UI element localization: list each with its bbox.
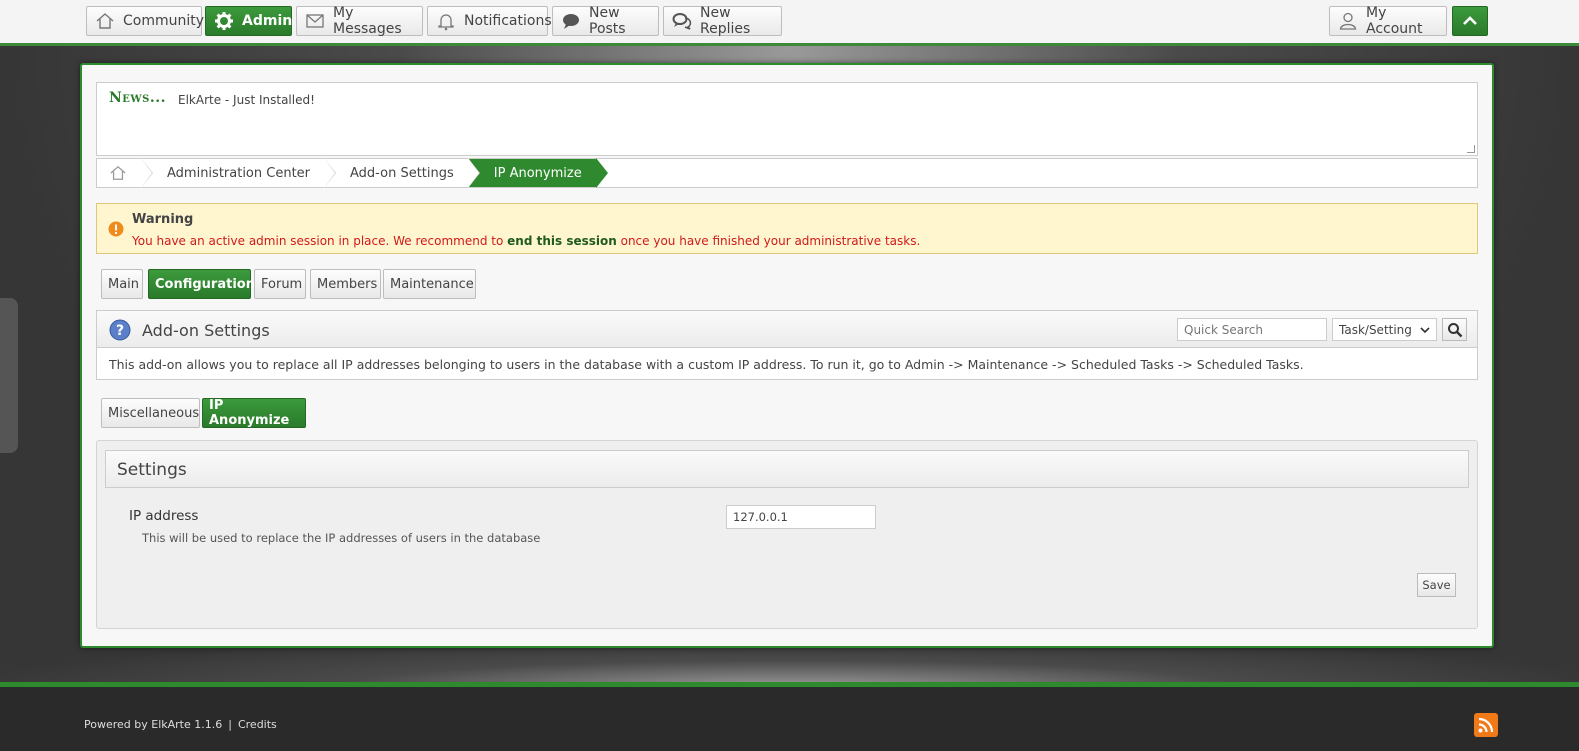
breadcrumb-admin-center[interactable]: Administration Center xyxy=(141,158,337,188)
warning-text: You have an active admin session in plac… xyxy=(132,234,920,248)
envelope-icon xyxy=(306,14,324,28)
bell-icon xyxy=(438,14,454,31)
warning-text-after: once you have finished your administrati… xyxy=(616,234,921,248)
search-button[interactable] xyxy=(1442,318,1467,341)
home-icon xyxy=(110,165,126,180)
tab-forum-label: Forum xyxy=(261,276,303,292)
tab-maintenance-label: Maintenance xyxy=(390,276,474,292)
footer-text: Powered by ElkArte 1.1.6 | Credits xyxy=(84,718,277,731)
addon-settings-title: Add-on Settings xyxy=(142,321,270,340)
news-text: ElkArte - Just Installed! xyxy=(178,93,315,107)
addon-description: This add-on allows you to replace all IP… xyxy=(96,347,1478,380)
search-type-select[interactable]: Task/Setting xyxy=(1332,318,1437,341)
side-tab[interactable] xyxy=(0,298,18,453)
help-icon[interactable]: ? xyxy=(109,319,131,341)
footer-separator: | xyxy=(228,718,232,731)
menu-my-account-label: My Account xyxy=(1366,5,1423,37)
tab-configuration-label: Configuration xyxy=(155,276,255,292)
addon-settings-header: ? Add-on Settings Task/Setting xyxy=(96,310,1478,348)
breadcrumb-addon-settings-label: Add-on Settings xyxy=(350,165,454,181)
tab-forum[interactable]: Forum xyxy=(254,269,306,299)
end-session-link[interactable]: end this session xyxy=(507,234,617,248)
breadcrumb-addon-settings[interactable]: Add-on Settings xyxy=(324,158,480,188)
warning-box: Warning You have an active admin session… xyxy=(96,203,1478,254)
home-icon xyxy=(96,13,114,29)
menu-my-account[interactable]: My Account xyxy=(1329,5,1447,37)
ip-address-description: This will be used to replace the IP addr… xyxy=(142,531,541,545)
tab-main[interactable]: Main xyxy=(101,269,143,299)
subtab-miscellaneous-label: Miscellaneous xyxy=(108,405,200,421)
subtab-ip-anonymize-label: IP Anonymize xyxy=(209,398,290,428)
menu-new-replies[interactable]: New Replies xyxy=(663,5,782,37)
ip-address-label: IP address xyxy=(129,508,199,524)
tab-members-label: Members xyxy=(317,276,378,292)
breadcrumb: Administration Center Add-on Settings IP… xyxy=(96,158,1478,188)
breadcrumb-ip-anonymize-label: IP Anonymize xyxy=(493,165,582,181)
breadcrumb-admin-center-label: Administration Center xyxy=(167,165,311,181)
menu-admin-label: Admin xyxy=(242,13,293,29)
menu-new-posts[interactable]: New Posts xyxy=(552,5,659,37)
menu-admin[interactable]: Admin xyxy=(205,6,292,36)
rss-button[interactable] xyxy=(1474,713,1498,737)
footer: Powered by ElkArte 1.1.6 | Credits xyxy=(0,682,1579,751)
menu-community-label: Community xyxy=(123,13,205,29)
tab-main-label: Main xyxy=(108,276,140,292)
powered-by-link[interactable]: Powered by ElkArte 1.1.6 xyxy=(84,718,222,731)
warning-icon xyxy=(108,221,124,237)
menu-community[interactable]: Community xyxy=(86,6,205,36)
main-content: News... ElkArte - Just Installed! Admini… xyxy=(80,63,1494,648)
news-box: News... ElkArte - Just Installed! xyxy=(96,82,1478,156)
tab-configuration[interactable]: Configuration xyxy=(148,269,255,299)
save-button[interactable]: Save xyxy=(1417,573,1456,597)
menu-my-messages[interactable]: My Messages xyxy=(296,5,423,37)
chat-bubbles-icon xyxy=(672,13,692,30)
tab-maintenance[interactable]: Maintenance xyxy=(383,269,476,299)
search-type-value: Task/Setting xyxy=(1339,322,1412,337)
quick-search-input[interactable] xyxy=(1177,318,1327,341)
settings-title: Settings xyxy=(105,450,1469,488)
svg-text:?: ? xyxy=(116,323,124,339)
menu-my-messages-label: My Messages xyxy=(333,5,402,37)
credits-link[interactable]: Credits xyxy=(238,718,277,731)
breadcrumb-ip-anonymize[interactable]: IP Anonymize xyxy=(467,158,608,188)
subtab-ip-anonymize[interactable]: IP Anonymize xyxy=(202,398,306,428)
warning-title: Warning xyxy=(132,212,194,227)
news-title: News... xyxy=(109,90,166,106)
menu-notifications[interactable]: Notifications xyxy=(427,6,552,36)
menu-new-replies-label: New Replies xyxy=(700,5,751,37)
chat-bubble-icon xyxy=(563,14,579,29)
subtab-miscellaneous[interactable]: Miscellaneous xyxy=(101,398,200,428)
breadcrumb-home[interactable] xyxy=(97,158,153,188)
resize-grip[interactable] xyxy=(1467,145,1475,153)
rss-icon xyxy=(1478,717,1494,733)
user-icon xyxy=(1339,12,1357,30)
menu-new-posts-label: New Posts xyxy=(589,5,626,37)
tab-members[interactable]: Members xyxy=(310,269,381,299)
search-icon xyxy=(1447,322,1462,337)
top-menu-bar: Community Admin My Messages Notification… xyxy=(0,0,1579,46)
chevron-down-icon xyxy=(1420,326,1430,333)
chevron-up-icon xyxy=(1463,16,1477,25)
ip-address-input[interactable] xyxy=(726,505,876,529)
gear-icon xyxy=(215,12,233,30)
settings-panel: Settings IP address This will be used to… xyxy=(96,440,1478,629)
collapse-button[interactable] xyxy=(1452,6,1488,36)
warning-text-before: You have an active admin session in plac… xyxy=(132,234,508,248)
menu-notifications-label: Notifications xyxy=(464,13,552,29)
